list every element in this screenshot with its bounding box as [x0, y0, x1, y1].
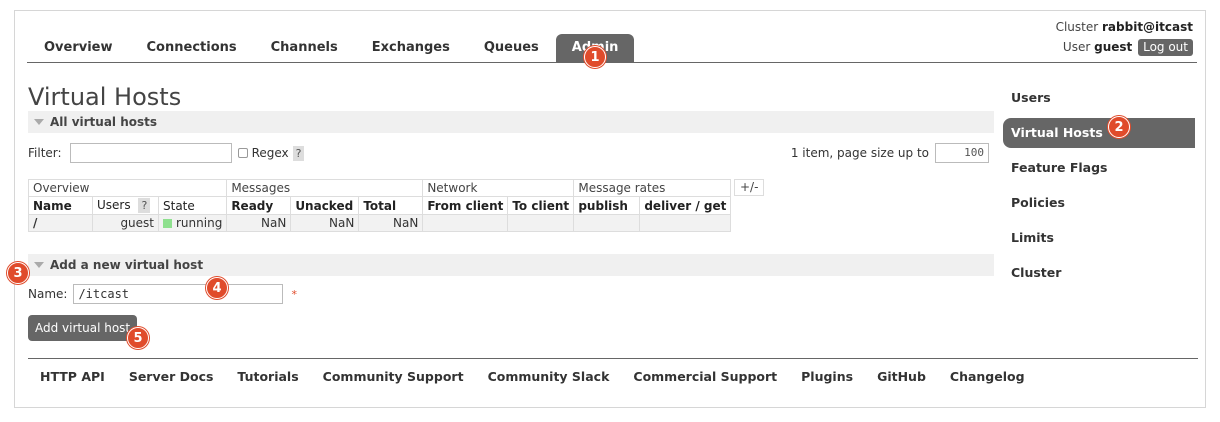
col-deliver-get[interactable]: deliver / get [639, 196, 732, 215]
annotation-badge-2: 2 [1108, 116, 1130, 138]
name-row: Name: /itcast * [28, 284, 297, 304]
cell-ready: NaN [226, 214, 292, 232]
tab-queues[interactable]: Queues [467, 34, 556, 62]
group-header-network: Network [422, 179, 575, 197]
sidebar-item-users[interactable]: Users [1003, 83, 1195, 113]
users-help-button[interactable]: ? [138, 198, 151, 213]
annotation-badge-3: 3 [7, 262, 29, 284]
collapse-triangle-icon [34, 261, 44, 268]
sidebar-item-feature-flags[interactable]: Feature Flags [1003, 153, 1195, 183]
add-virtual-host-heading: Add a new virtual host [50, 258, 204, 272]
col-publish[interactable]: publish [573, 196, 641, 215]
tab-connections[interactable]: Connections [130, 34, 254, 62]
annotation-badge-5: 5 [127, 327, 149, 349]
footer-link-community-support[interactable]: Community Support [323, 369, 464, 384]
footer-links: HTTP API Server Docs Tutorials Community… [28, 358, 1198, 384]
cell-from-client [422, 214, 509, 232]
page-size-input[interactable]: 100 [935, 143, 989, 163]
footer-link-community-slack[interactable]: Community Slack [488, 369, 610, 384]
vhost-name-input[interactable]: /itcast [73, 284, 284, 304]
tab-channels[interactable]: Channels [254, 34, 355, 62]
col-ready[interactable]: Ready [226, 196, 292, 215]
cell-deliver-get [639, 214, 732, 232]
col-name[interactable]: Name [28, 196, 93, 215]
column-options-button[interactable]: +/- [734, 179, 765, 196]
group-header-messages: Messages [226, 179, 424, 197]
page-title: Virtual Hosts [28, 83, 182, 111]
cell-state-label: running [176, 216, 223, 230]
footer-link-http-api[interactable]: HTTP API [40, 369, 105, 384]
admin-sidebar: Users Virtual Hosts Feature Flags Polici… [1003, 83, 1195, 293]
running-status-icon [163, 219, 172, 228]
filter-label: Filter: [28, 146, 62, 160]
all-virtual-hosts-heading: All virtual hosts [50, 115, 158, 129]
cell-to-client [507, 214, 575, 232]
cell-unacked: NaN [290, 214, 360, 232]
footer-link-plugins[interactable]: Plugins [801, 369, 853, 384]
col-total[interactable]: Total [358, 196, 424, 215]
all-virtual-hosts-toggle[interactable]: All virtual hosts [28, 111, 994, 133]
regex-help-button[interactable]: ? [292, 145, 305, 161]
virtual-hosts-table: Overview Messages Network Message rates … [27, 179, 732, 232]
group-header-overview: Overview [27, 179, 228, 197]
sidebar-item-cluster[interactable]: Cluster [1003, 258, 1195, 288]
filter-row: Filter: Regex ? [28, 143, 305, 163]
tab-overview[interactable]: Overview [27, 34, 130, 62]
group-header-message-rates: Message rates [573, 179, 732, 197]
col-from-client[interactable]: From client [422, 196, 509, 215]
name-label: Name: [28, 287, 68, 301]
col-to-client[interactable]: To client [507, 196, 575, 215]
footer-link-tutorials[interactable]: Tutorials [237, 369, 298, 384]
paging-controls: 1 item, page size up to 100 [791, 143, 989, 163]
sidebar-item-policies[interactable]: Policies [1003, 188, 1195, 218]
filter-input[interactable] [69, 143, 232, 163]
col-unacked[interactable]: Unacked [290, 196, 360, 215]
col-state: State [157, 196, 228, 215]
regex-label: Regex [251, 146, 289, 160]
cell-total: NaN [358, 214, 424, 232]
col-users: Users ? [92, 196, 159, 215]
paging-text: 1 item, page size up to [790, 146, 929, 160]
footer-link-commercial-support[interactable]: Commercial Support [633, 369, 777, 384]
vhost-name-link[interactable]: / [28, 214, 93, 232]
annotation-badge-4: 4 [206, 277, 228, 299]
cell-state: running [157, 214, 228, 232]
sidebar-item-limits[interactable]: Limits [1003, 223, 1195, 253]
add-virtual-host-button[interactable]: Add virtual host [28, 315, 138, 341]
cell-publish [573, 214, 641, 232]
table-row: / guest running NaN NaN NaN [28, 214, 732, 232]
regex-checkbox[interactable] [237, 148, 248, 158]
footer-link-changelog[interactable]: Changelog [950, 369, 1025, 384]
main-nav-tabs: Overview Connections Channels Exchanges … [27, 31, 1197, 63]
col-users-label: Users [97, 198, 131, 212]
annotation-badge-1: 1 [584, 46, 606, 68]
sidebar-item-virtual-hosts[interactable]: Virtual Hosts [1003, 118, 1195, 148]
cell-users: guest [92, 214, 159, 232]
collapse-triangle-icon [34, 118, 44, 125]
app-frame: Cluster rabbit@itcast User guest Log out… [14, 10, 1206, 408]
add-virtual-host-toggle[interactable]: Add a new virtual host [28, 254, 994, 276]
footer-link-github[interactable]: GitHub [877, 369, 926, 384]
footer-link-server-docs[interactable]: Server Docs [129, 369, 214, 384]
tab-exchanges[interactable]: Exchanges [355, 34, 467, 62]
required-mark: * [291, 287, 297, 301]
